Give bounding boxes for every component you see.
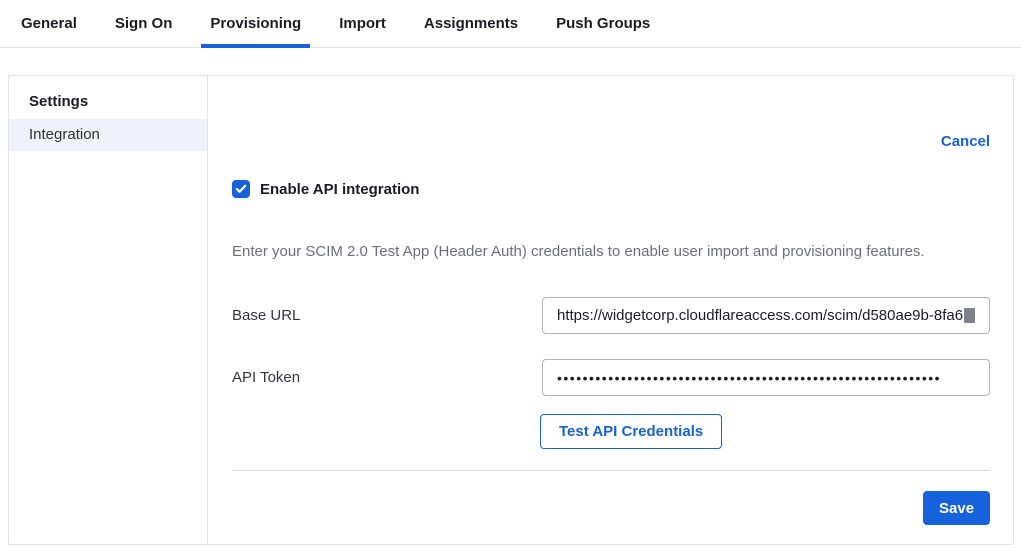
tab-provisioning[interactable]: Provisioning: [201, 0, 310, 47]
enable-api-checkbox[interactable]: [232, 180, 250, 198]
settings-sidebar: Settings Integration: [9, 76, 208, 544]
base-url-label: Base URL: [232, 307, 542, 324]
tab-sign-on[interactable]: Sign On: [106, 0, 182, 47]
api-token-label: API Token: [232, 369, 542, 386]
tab-push-groups[interactable]: Push Groups: [547, 0, 659, 47]
save-button[interactable]: Save: [923, 491, 990, 525]
checkmark-icon: [235, 184, 247, 194]
api-token-input[interactable]: ••••••••••••••••••••••••••••••••••••••••…: [542, 359, 990, 396]
base-url-input[interactable]: https://widgetcorp.cloudflareaccess.com/…: [542, 297, 990, 334]
base-url-row: Base URL https://widgetcorp.cloudflareac…: [232, 297, 990, 334]
tab-import[interactable]: Import: [330, 0, 395, 47]
save-row: Save: [232, 491, 990, 525]
app-tab-bar: General Sign On Provisioning Import Assi…: [0, 0, 1021, 48]
test-credentials-row: Test API Credentials: [232, 414, 990, 449]
tab-assignments[interactable]: Assignments: [415, 0, 527, 47]
enable-api-row: Enable API integration: [232, 180, 990, 198]
base-url-value: https://widgetcorp.cloudflareaccess.com/…: [557, 307, 963, 324]
integration-settings-form: Cancel Enable API integration Enter your…: [208, 76, 1014, 544]
form-divider: [232, 470, 990, 471]
api-token-row: API Token ••••••••••••••••••••••••••••••…: [232, 359, 990, 396]
text-cursor: [964, 308, 975, 323]
credentials-description: Enter your SCIM 2.0 Test App (Header Aut…: [232, 243, 990, 260]
sidebar-header: Settings: [9, 85, 207, 119]
cancel-row: Cancel: [232, 133, 990, 151]
provisioning-panel: Settings Integration Cancel Enable API i…: [8, 75, 1014, 545]
test-api-credentials-button[interactable]: Test API Credentials: [540, 414, 722, 449]
api-token-value: ••••••••••••••••••••••••••••••••••••••••…: [557, 370, 941, 386]
sidebar-item-integration[interactable]: Integration: [9, 119, 207, 151]
tab-general[interactable]: General: [12, 0, 86, 47]
cancel-button[interactable]: Cancel: [941, 133, 990, 150]
enable-api-label: Enable API integration: [260, 181, 419, 198]
